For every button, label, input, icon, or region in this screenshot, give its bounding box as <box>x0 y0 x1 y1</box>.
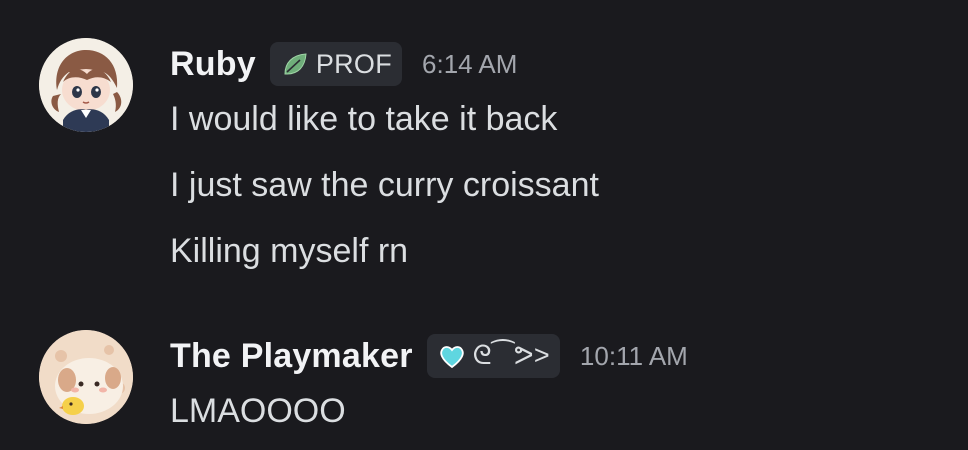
avatar-image <box>39 38 133 132</box>
message-group: Ruby PROF 6:14 AM I would like to take i… <box>0 30 968 290</box>
leaf-icon <box>280 49 310 79</box>
server-tag-text: ᘓ⁀ᕗ> <box>472 340 550 370</box>
avatar[interactable] <box>39 330 133 424</box>
timestamp[interactable]: 10:11 AM <box>580 341 688 372</box>
message-header: The Playmaker ᘓ⁀ᕗ> 10:11 AM <box>170 332 688 380</box>
server-tag-badge[interactable]: ᘓ⁀ᕗ> <box>426 334 560 378</box>
message-content: LMAOOOO <box>170 386 346 450</box>
timestamp[interactable]: 6:14 AM <box>422 49 517 80</box>
server-tag-badge[interactable]: PROF <box>269 42 403 86</box>
heart-icon <box>437 341 467 371</box>
message-group: The Playmaker ᘓ⁀ᕗ> 10:11 AM LMAOOOO <box>0 322 968 450</box>
avatar[interactable] <box>39 38 133 132</box>
server-tag-text: PROF <box>315 48 393 79</box>
message-content: I would like to take it back I just saw … <box>170 94 599 292</box>
username[interactable]: Ruby <box>170 45 256 84</box>
message-line: Killing myself rn <box>170 232 409 270</box>
message-header: Ruby PROF 6:14 AM <box>170 40 517 88</box>
message-line: LMAOOOO <box>170 392 346 430</box>
avatar-image <box>39 330 133 424</box>
message-line: I would like to take it back <box>170 100 558 138</box>
message-line: I just saw the curry croissant <box>170 166 599 204</box>
username[interactable]: The Playmaker <box>170 337 413 376</box>
